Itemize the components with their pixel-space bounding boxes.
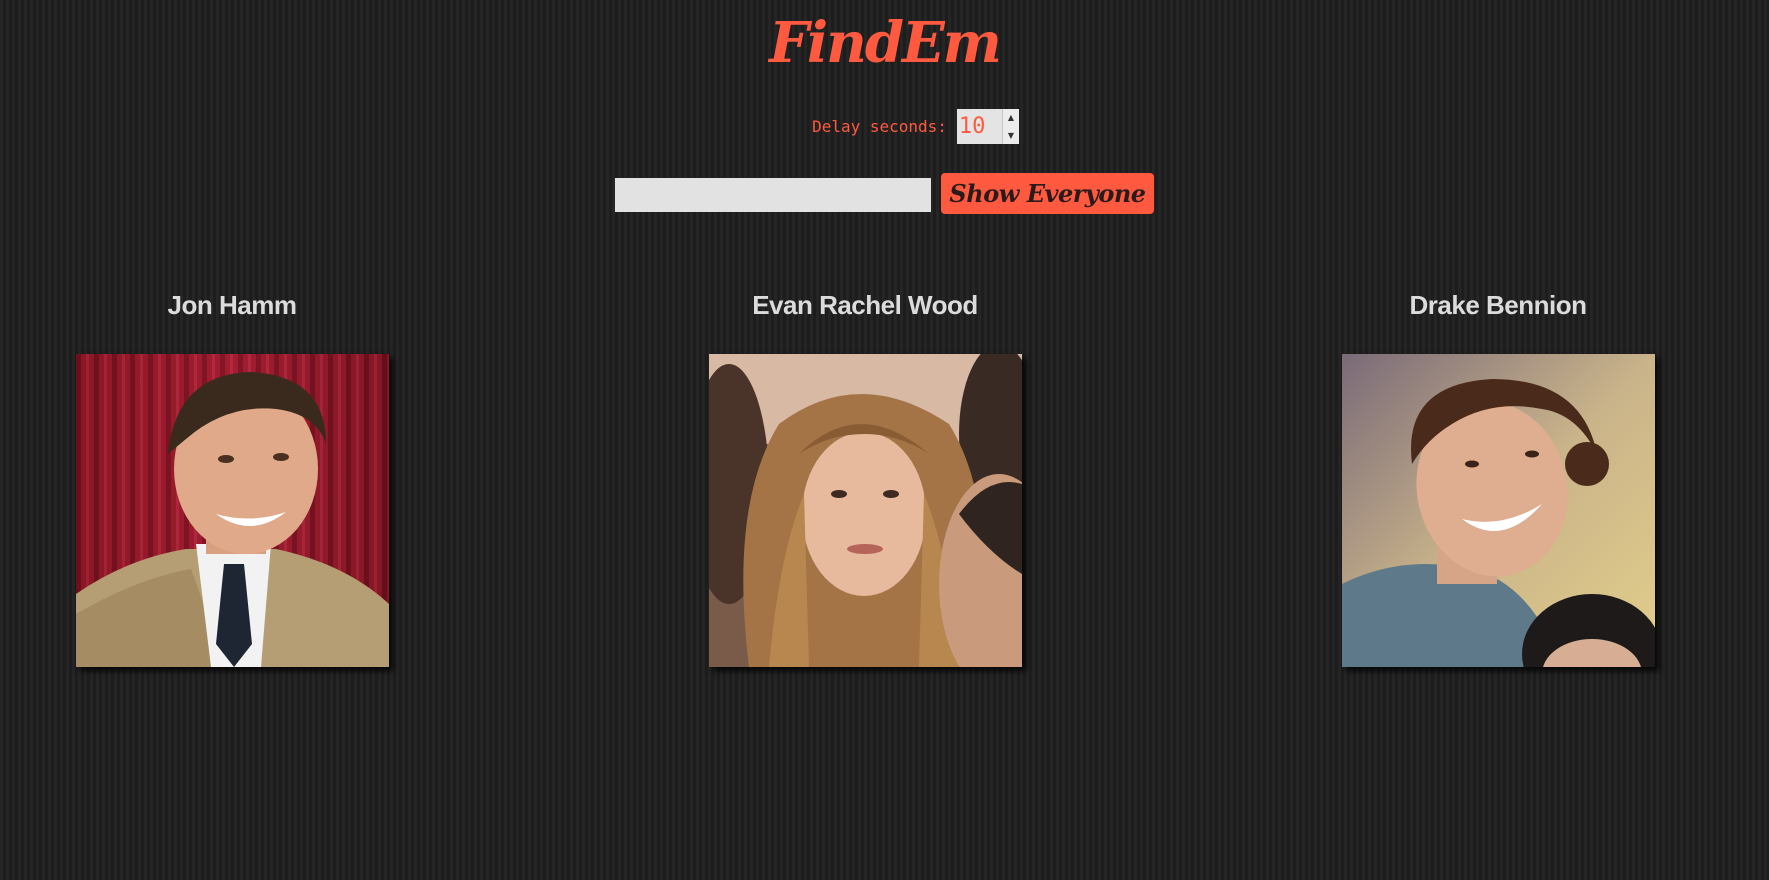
portrait-image-evan — [708, 354, 1022, 667]
delay-control: Delay seconds: 10 ▲ ▼ — [0, 109, 1769, 144]
app-logo: FindEm — [769, 10, 1002, 76]
people-grid: Jon Hamm Evan Rachel Wood Drake Bennion — [0, 290, 1769, 690]
increment-icon[interactable]: ▲ — [1002, 109, 1019, 127]
stepper-buttons: ▲ ▼ — [1002, 109, 1019, 144]
search-input[interactable] — [615, 177, 932, 212]
person-card: Evan Rachel Wood — [707, 290, 1023, 667]
delay-label: Delay seconds: — [812, 117, 947, 136]
person-photo — [1341, 354, 1655, 667]
person-photo — [75, 354, 389, 667]
person-name: Evan Rachel Wood — [752, 290, 978, 320]
person-photo — [708, 354, 1022, 667]
person-name: Drake Bennion — [1409, 290, 1588, 320]
person-name: Jon Hamm — [167, 290, 297, 320]
delay-seconds-value[interactable]: 10 — [957, 109, 1003, 144]
delay-seconds-stepper[interactable]: 10 ▲ ▼ — [956, 109, 1019, 144]
portrait-image-drake — [1341, 354, 1655, 667]
search-bar: Show Everyone — [0, 173, 1769, 214]
portrait-image-jon — [75, 354, 389, 667]
decrement-icon[interactable]: ▼ — [1002, 126, 1019, 144]
show-everyone-button[interactable]: Show Everyone — [941, 173, 1154, 214]
person-card: Jon Hamm — [74, 290, 390, 667]
person-card: Drake Bennion — [1340, 290, 1656, 667]
